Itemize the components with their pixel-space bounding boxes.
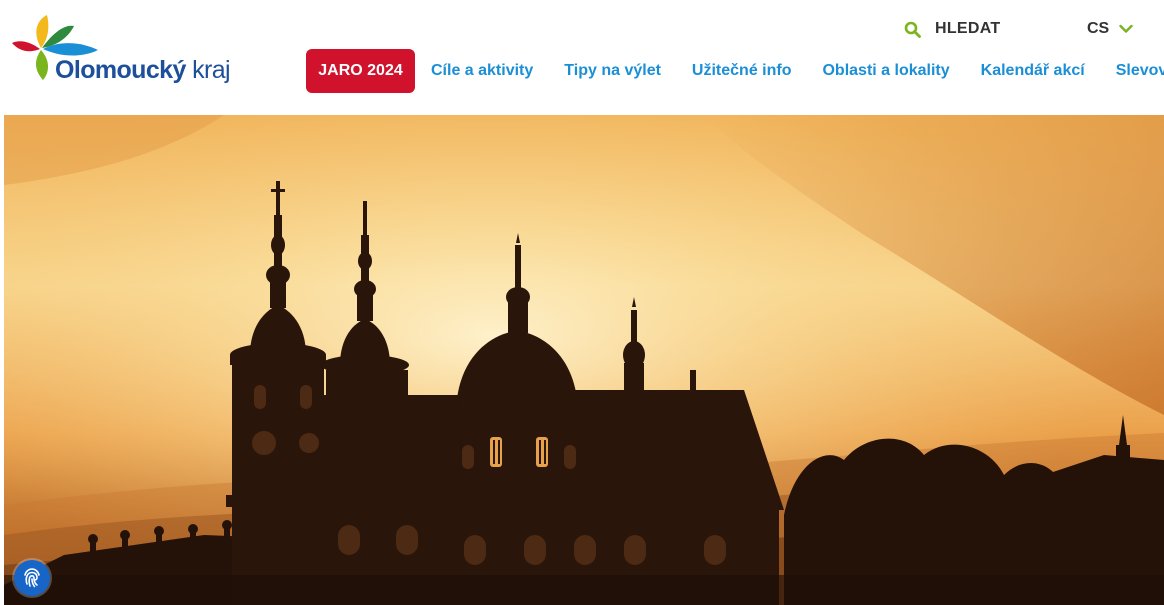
sunset-church-silhouette-image <box>4 115 1164 605</box>
nav-item-slevova-karta[interactable]: Slevová karta <box>1116 62 1164 80</box>
site-logo[interactable]: Olomoucký kraj <box>12 12 231 87</box>
hero-image <box>4 115 1164 605</box>
nav-item-tipy-na-vylet[interactable]: Tipy na výlet <box>564 62 661 80</box>
language-label: CS <box>1087 20 1110 37</box>
fingerprint-icon <box>24 568 40 588</box>
search-button[interactable]: HLEDAT <box>904 18 1001 40</box>
chevron-down-icon <box>1119 24 1133 33</box>
nav-item-uzitecne-info[interactable]: Užitečné info <box>692 62 792 80</box>
logo-name-strong: Olomoucký <box>55 56 186 84</box>
site-header: Olomoucký kraj HLEDAT CS JARO 2024 Cíle … <box>0 0 1164 115</box>
logo-name-light: kraj <box>192 56 230 84</box>
search-label: HLEDAT <box>935 20 1001 37</box>
search-icon <box>904 21 921 38</box>
nav-jaro-2024-button[interactable]: JARO 2024 <box>306 49 415 93</box>
utility-bar: HLEDAT CS <box>904 18 1164 40</box>
nav-item-kalendar-akci[interactable]: Kalendář akcí <box>981 62 1085 80</box>
nav-item-cile-a-aktivity[interactable]: Cíle a aktivity <box>431 62 533 80</box>
main-navigation: JARO 2024 Cíle a aktivity Tipy na výlet … <box>306 49 1164 93</box>
language-selector[interactable]: CS <box>1087 18 1133 40</box>
accessibility-button[interactable] <box>14 560 50 596</box>
nav-item-oblasti-a-lokality[interactable]: Oblasti a lokality <box>822 62 949 80</box>
logo-wordmark: Olomoucký kraj <box>55 56 231 85</box>
